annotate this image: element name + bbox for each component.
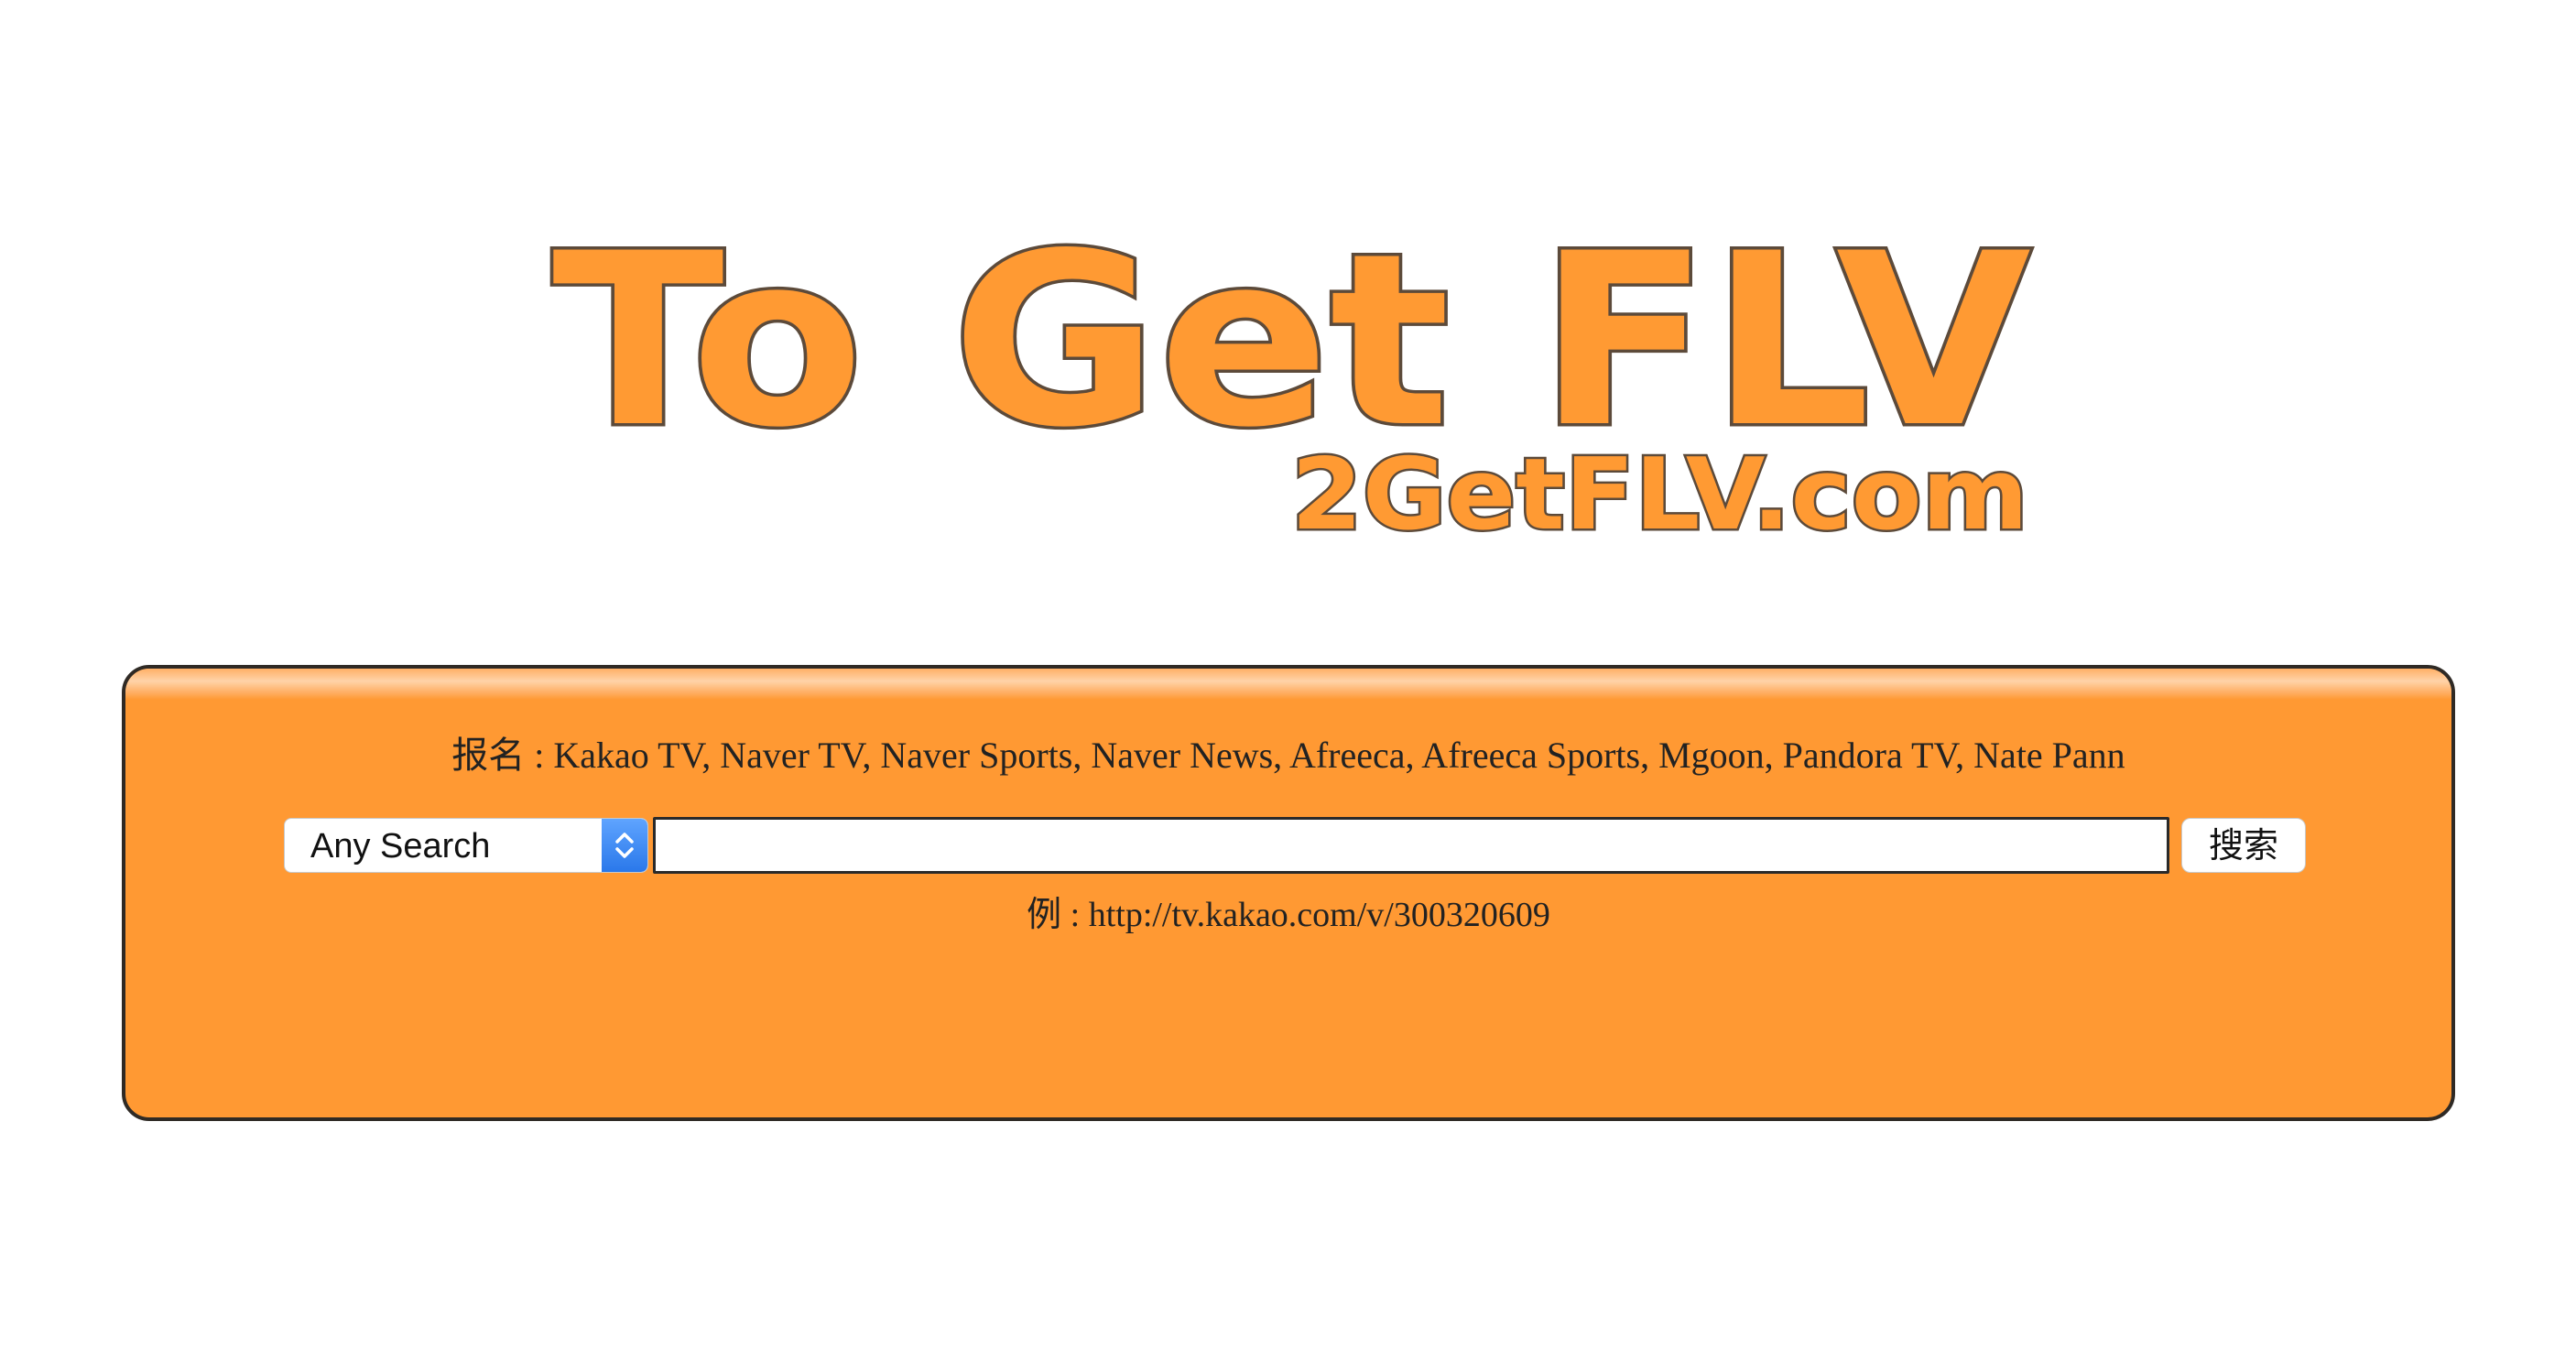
logo-subtitle: 2GetFLV.com — [1291, 438, 2028, 552]
url-input[interactable] — [653, 817, 2169, 874]
panel-gloss — [125, 669, 2451, 700]
search-type-select[interactable]: Any Search — [284, 818, 648, 873]
search-type-selected: Any Search — [310, 827, 491, 866]
search-panel: 报名 : Kakao TV, Naver TV, Naver Sports, N… — [122, 665, 2455, 1121]
search-button[interactable]: 搜索 — [2181, 818, 2306, 873]
site-logo: To Get FLV 2GetFLV.com — [0, 0, 2576, 586]
logo-graphic: To Get FLV 2GetFLV.com — [549, 201, 2037, 555]
chevron-up-down-icon[interactable] — [602, 819, 647, 872]
example-url-text: 例 : http://tv.kakao.com/v/300320609 — [1027, 896, 1550, 934]
supported-sites-text: 报名 : Kakao TV, Naver TV, Naver Sports, N… — [451, 735, 2125, 776]
